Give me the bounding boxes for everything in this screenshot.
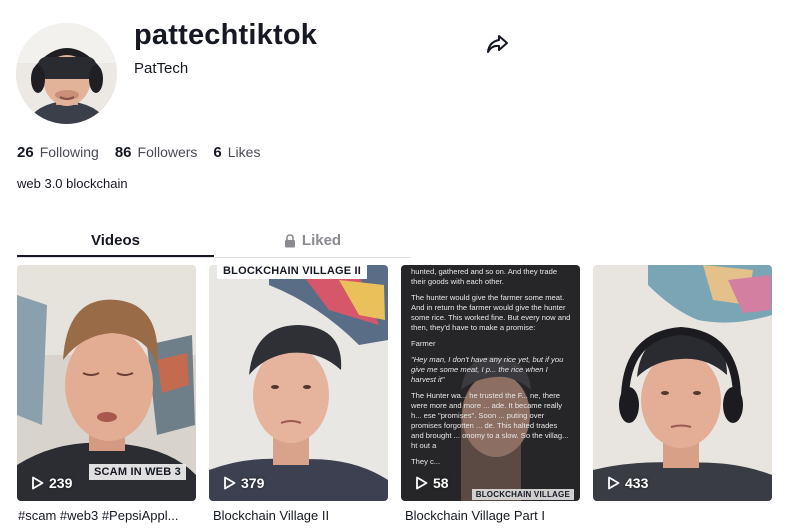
video-2-image [209,265,388,501]
video-2-view-count: 379 [241,475,265,491]
play-icon [224,476,236,490]
tab-videos-label: Videos [91,232,140,249]
lock-icon [284,234,296,248]
video-2-caption[interactable]: Blockchain Village II [213,508,392,523]
share-icon[interactable] [485,33,509,55]
likes-label: Likes [227,144,261,160]
following-stat[interactable]: 26 Following [17,144,99,161]
profile-stats: 26 Following 86 Followers 6 Likes [17,144,276,161]
profile-tabs: Videos Liked [17,226,411,258]
following-count: 26 [17,144,34,161]
profile-avatar [16,23,117,124]
video-thumbnail-1[interactable]: SCAM IN WEB 3 239 [17,265,196,501]
following-label: Following [39,144,99,160]
play-icon [608,476,620,490]
profile-nickname: PatTech [134,60,189,77]
tab-liked[interactable]: Liked [214,226,411,257]
video-4-image [593,265,772,501]
play-icon [416,476,428,490]
video-3-story-text: hunted, gathered and so on. And they tra… [411,267,571,473]
tab-liked-label: Liked [301,232,342,249]
video-1-caption[interactable]: #scam #web3 #PepsiAppl... [18,508,197,523]
video-3-view-count: 58 [433,475,449,491]
followers-stat[interactable]: 86 Followers [115,144,198,161]
story-line-6: They c... [411,457,441,466]
video-3-views: 58 [415,475,449,491]
video-thumbnail-2[interactable]: BLOCKCHAIN VILLAGE II 379 [209,265,388,501]
followers-count: 86 [114,144,132,161]
profile-username: pattechtiktok [134,19,318,51]
likes-count: 6 [213,144,222,161]
play-icon [32,476,44,490]
video-2-views: 379 [223,475,264,491]
video-thumbnail-3[interactable]: hunted, gathered and so on. And they tra… [401,265,580,501]
video-1-overlay-text: SCAM IN WEB 3 [89,464,186,480]
video-2-overlay-text: BLOCKCHAIN VILLAGE II [217,265,368,279]
followers-label: Followers [137,144,198,160]
story-line-4: "Hey man, I don't have any rice yet, but… [411,355,564,384]
likes-stat: 6 Likes [213,144,260,161]
video-thumbnail-4[interactable]: 433 [593,265,772,501]
video-1-views: 239 [31,475,72,491]
video-1-view-count: 239 [49,475,73,491]
video-4-view-count: 433 [625,475,649,491]
story-line-1: hunted, gathered and so on. And they tra… [411,267,558,286]
profile-bio: web 3.0 blockchain [17,176,128,191]
story-line-2: The hunter would give the farmer some me… [411,293,571,332]
story-line-3: Farmer [411,339,436,348]
video-4-views: 433 [607,475,648,491]
video-3-caption[interactable]: Blockchain Village Part I [405,508,584,523]
story-line-5: The Hunter wa... he trusted the F... ne,… [411,391,569,450]
tab-videos[interactable]: Videos [17,226,214,257]
video-3-overlay-text: BLOCKCHAIN VILLAGE [471,489,574,500]
